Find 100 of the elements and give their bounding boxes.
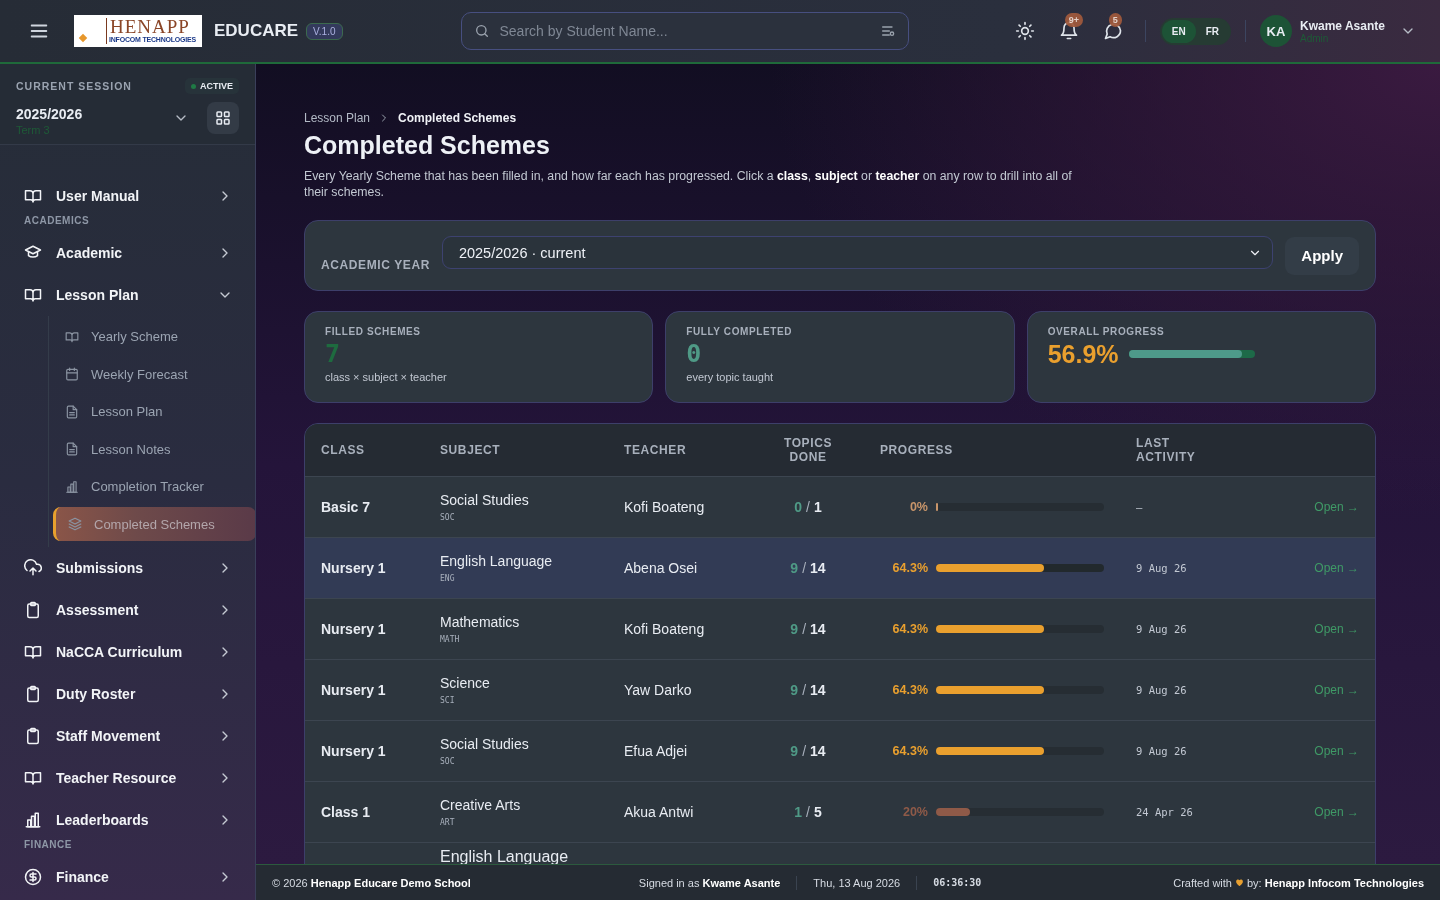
table-row[interactable]: Nursery 1 Social Studies SOC Efua Adjei 9 / 14 64.3% 9 Aug 26 Open → <box>305 720 1375 781</box>
sidebar-item[interactable]: Assessment <box>12 589 243 631</box>
apply-button[interactable]: Apply <box>1285 236 1359 275</box>
sidebar-item[interactable]: Finance <box>12 856 243 898</box>
open-link[interactable]: Open → <box>1314 622 1359 636</box>
grid-icon <box>214 109 232 127</box>
column-header: LAST ACTIVITY <box>1136 436 1197 464</box>
subject-link[interactable]: Mathematics <box>440 614 624 630</box>
sidebar-item[interactable]: Submissions <box>12 547 243 589</box>
last-activity: 9 Aug 26 <box>1136 562 1188 574</box>
copyright-text: © 2026 Henapp Educare Demo School <box>272 876 471 889</box>
last-activity: 9 Aug 26 <box>1136 623 1188 635</box>
last-activity: 9 Aug 26 <box>1136 745 1188 757</box>
user-avatar: KA <box>1260 15 1292 47</box>
subject-link[interactable]: Science <box>440 675 624 691</box>
progress-percent: 20% <box>901 805 928 819</box>
notifications-button[interactable] <box>1058 21 1079 41</box>
stat-note: class × subject × teacher <box>325 371 448 383</box>
topics-done: 9 / 14 <box>789 682 827 698</box>
sidebar-item[interactable]: Duty Roster <box>12 673 243 715</box>
notification-count: 9+ <box>1064 13 1083 27</box>
subject-code: ENG <box>440 574 456 583</box>
sidebar-subitem[interactable]: Lesson Plan <box>53 394 255 429</box>
teacher-link[interactable]: Yaw Darko <box>624 682 768 698</box>
dollar-icon <box>24 868 42 886</box>
theme-toggle-button[interactable] <box>1014 21 1035 41</box>
topics-done: 9 / 14 <box>789 621 827 637</box>
stat-label: FULLY COMPLETED <box>686 326 793 337</box>
stat-value: 0 <box>686 339 703 369</box>
subject-link[interactable]: Social Studies <box>440 736 624 752</box>
language-option[interactable]: FR <box>1195 19 1229 43</box>
book-icon <box>24 769 42 787</box>
academic-year-select[interactable]: 2025/2026 · current <box>441 236 1274 269</box>
sidebar-item[interactable]: NaCCA Curriculum <box>12 631 243 673</box>
heart-icon <box>1234 878 1244 887</box>
table-row[interactable]: Nursery 1 Science SCI Yaw Darko 9 / 14 64.3% 9 Aug 26 Open → <box>305 659 1375 720</box>
book-icon <box>24 286 42 304</box>
class-link[interactable]: Basic 7 <box>321 499 440 515</box>
clipboard-icon <box>24 727 42 745</box>
sun-icon <box>1014 21 1035 41</box>
book-icon <box>24 187 42 205</box>
sidebar-item[interactable]: Leaderboards <box>12 799 243 841</box>
footer-clock: 06:36:30 <box>933 877 982 888</box>
table-row[interactable]: Nursery 1 English Language ENG Abena Osei 9 / 14 64.3% 9 Aug 26 Open → <box>305 537 1375 598</box>
credit-text: by: Henapp Infocom Technologies <box>1246 876 1424 889</box>
subject-link[interactable]: Creative Arts <box>440 797 624 813</box>
status-badge: ACTIVE <box>185 78 239 94</box>
open-link[interactable]: Open → <box>1314 683 1359 697</box>
column-header: SUBJECT <box>440 443 502 457</box>
sidebar-subitem[interactable]: Weekly Forecast <box>53 357 255 392</box>
teacher-link[interactable]: Abena Osei <box>624 560 768 576</box>
search-icon <box>473 23 490 39</box>
subject-link[interactable]: English Language <box>440 553 624 569</box>
table-row[interactable]: Class 1 Creative Arts ART Akua Antwi 1 / 5 20% 24 Apr 26 Open → <box>305 781 1375 842</box>
class-link[interactable]: Nursery 1 <box>321 560 440 576</box>
search-field[interactable]: Search by Student Name... <box>497 22 872 40</box>
sidebar-item[interactable]: Staff Movement <box>12 715 243 757</box>
breadcrumb-link[interactable]: Lesson Plan <box>304 111 371 125</box>
progress-percent: 64.3% <box>891 744 928 758</box>
subject-link[interactable]: Social Studies <box>440 492 624 508</box>
sidebar-item[interactable]: Academic <box>12 232 243 274</box>
book-icon <box>24 643 42 661</box>
book-icon <box>65 329 79 344</box>
section-heading: ACADEMICS <box>23 214 91 228</box>
sidebar-item[interactable]: Teacher Resource <box>12 757 243 799</box>
column-header: TEACHER <box>624 443 688 457</box>
sidebar-subitem[interactable]: Completed Schemes <box>53 507 255 542</box>
breadcrumb-current: Completed Schemes <box>398 111 517 125</box>
class-link[interactable]: Nursery 1 <box>321 682 440 698</box>
sidebar-item[interactable]: Lesson Plan <box>12 274 243 316</box>
sidebar-subitem[interactable]: Completion Tracker <box>53 469 255 504</box>
stat-label: FILLED SCHEMES <box>325 326 422 337</box>
search-bar[interactable]: Search by Student Name... <box>460 12 909 50</box>
session-label: CURRENT SESSION <box>16 80 132 92</box>
message-count: 5 <box>1108 13 1122 27</box>
session-year: 2025/2026 <box>16 106 83 122</box>
open-link[interactable]: Open → <box>1314 500 1359 514</box>
last-activity: – <box>1136 501 1144 513</box>
open-link[interactable]: Open → <box>1314 744 1359 758</box>
subject-code: SCI <box>440 696 456 705</box>
class-link[interactable]: Nursery 1 <box>321 621 440 637</box>
sidebar-subitem[interactable]: Lesson Notes <box>53 432 255 467</box>
teacher-link[interactable]: Efua Adjei <box>624 743 768 759</box>
class-link[interactable]: Class 1 <box>321 804 440 820</box>
user-name: Kwame Asante <box>1300 18 1386 33</box>
sidebar-subitem[interactable]: Yearly Scheme <box>53 319 255 354</box>
table-row[interactable]: Nursery 1 Mathematics MATH Kofi Boateng 9 / 14 64.3% 9 Aug 26 Open → <box>305 598 1375 659</box>
teacher-link[interactable]: Kofi Boateng <box>624 499 768 515</box>
sidebar-item[interactable]: User Manual <box>12 175 243 217</box>
progress-percent: 0% <box>908 500 928 514</box>
teacher-link[interactable]: Akua Antwi <box>624 804 768 820</box>
subject-code: MATH <box>440 635 461 644</box>
teacher-link[interactable]: Kofi Boateng <box>624 621 768 637</box>
language-option[interactable]: EN <box>1161 19 1196 43</box>
bar-chart-icon <box>24 811 42 829</box>
apps-button[interactable] <box>207 102 239 134</box>
layers-icon <box>68 517 82 532</box>
class-link[interactable]: Nursery 1 <box>321 743 440 759</box>
open-link[interactable]: Open → <box>1314 805 1359 819</box>
clipboard-icon <box>24 601 42 619</box>
